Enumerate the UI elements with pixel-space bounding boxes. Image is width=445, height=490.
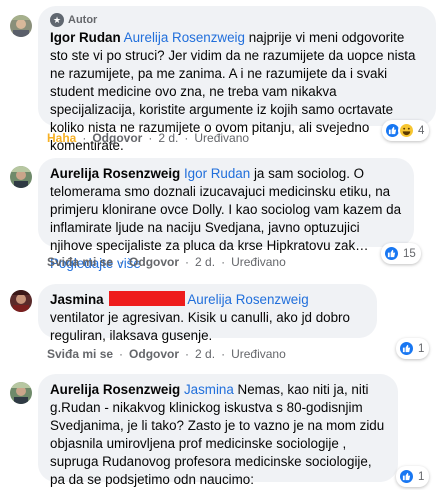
edited-label[interactable]: Uređivano (194, 131, 249, 145)
timestamp[interactable]: 2 d. (158, 131, 178, 145)
reaction-summary[interactable]: 15 (381, 243, 421, 264)
avatar[interactable] (10, 166, 32, 188)
reaction-summary[interactable]: 1 (396, 338, 430, 359)
comment-actions: Sviđa mi se · Odgovor · 2 d. · Uređivano (47, 255, 286, 269)
author-name[interactable]: Aurelija Rosenzweig (50, 166, 180, 181)
comment-body: ventilator je agresivan. Kisik u canulli… (50, 310, 350, 343)
edited-label[interactable]: Uređivano (231, 347, 286, 361)
like-button[interactable]: Sviđa mi se (47, 255, 113, 269)
mention-link[interactable]: Aurelija Rosenzweig (187, 292, 308, 307)
reaction-count: 4 (418, 124, 425, 137)
like-button[interactable]: Sviđa mi se (47, 347, 113, 361)
author-name[interactable]: Jasmina (50, 292, 104, 307)
star-icon: ★ (50, 13, 64, 27)
author-name[interactable]: Igor Rudan (50, 30, 121, 45)
comment-body: Nemas, kao niti ja, niti g.Rudan - nikak… (50, 382, 385, 487)
edited-label[interactable]: Uređivano (231, 255, 286, 269)
like-icon (398, 340, 415, 357)
reply-button[interactable]: Odgovor (129, 255, 179, 269)
redaction-bar (109, 291, 186, 306)
mention-link[interactable]: Jasmina (184, 382, 234, 397)
comment-actions: Sviđa mi se · Odgovor · 2 d. · Uređivano (47, 347, 286, 361)
comment-text: Aurelija Rosenzweig Jasmina Nemas, kao n… (50, 381, 386, 489)
reaction-summary[interactable]: 4 (382, 120, 430, 141)
reply-button[interactable]: Odgovor (92, 131, 142, 145)
mention-link[interactable]: Igor Rudan (184, 166, 250, 181)
author-badge: ★ Autor (50, 13, 424, 27)
like-icon (398, 468, 415, 485)
comment-bubble: Aurelija Rosenzweig Jasmina Nemas, kao n… (38, 374, 398, 487)
comment-actions: Haha · Odgovor · 2 d. · Uređivano (47, 131, 250, 145)
timestamp[interactable]: 2 d. (195, 255, 215, 269)
comment-text: Jasmina Aurelija Rosenzweig ventilator j… (50, 291, 365, 345)
author-name[interactable]: Aurelija Rosenzweig (50, 382, 180, 397)
reply-button[interactable]: Odgovor (129, 347, 179, 361)
avatar[interactable] (10, 382, 32, 404)
haha-icon (398, 122, 415, 139)
comment-bubble: ★ Autor Igor Rudan Aurelija Rosenzweig n… (38, 6, 436, 153)
avatar[interactable] (10, 290, 32, 312)
reaction-count: 1 (418, 470, 425, 483)
haha-button[interactable]: Haha (47, 131, 76, 145)
timestamp[interactable]: 2 d. (195, 347, 215, 361)
mention-link[interactable]: Aurelija Rosenzweig (124, 30, 245, 45)
reaction-count: 15 (403, 247, 416, 260)
comment-bubble: Jasmina Aurelija Rosenzweig ventilator j… (38, 284, 377, 343)
reaction-summary[interactable]: 1 (396, 466, 430, 487)
avatar[interactable] (10, 15, 32, 37)
comment-bubble: Aurelija Rosenzweig Igor Rudan ja sam so… (38, 158, 414, 271)
like-icon (383, 245, 400, 262)
reaction-count: 1 (418, 342, 425, 355)
